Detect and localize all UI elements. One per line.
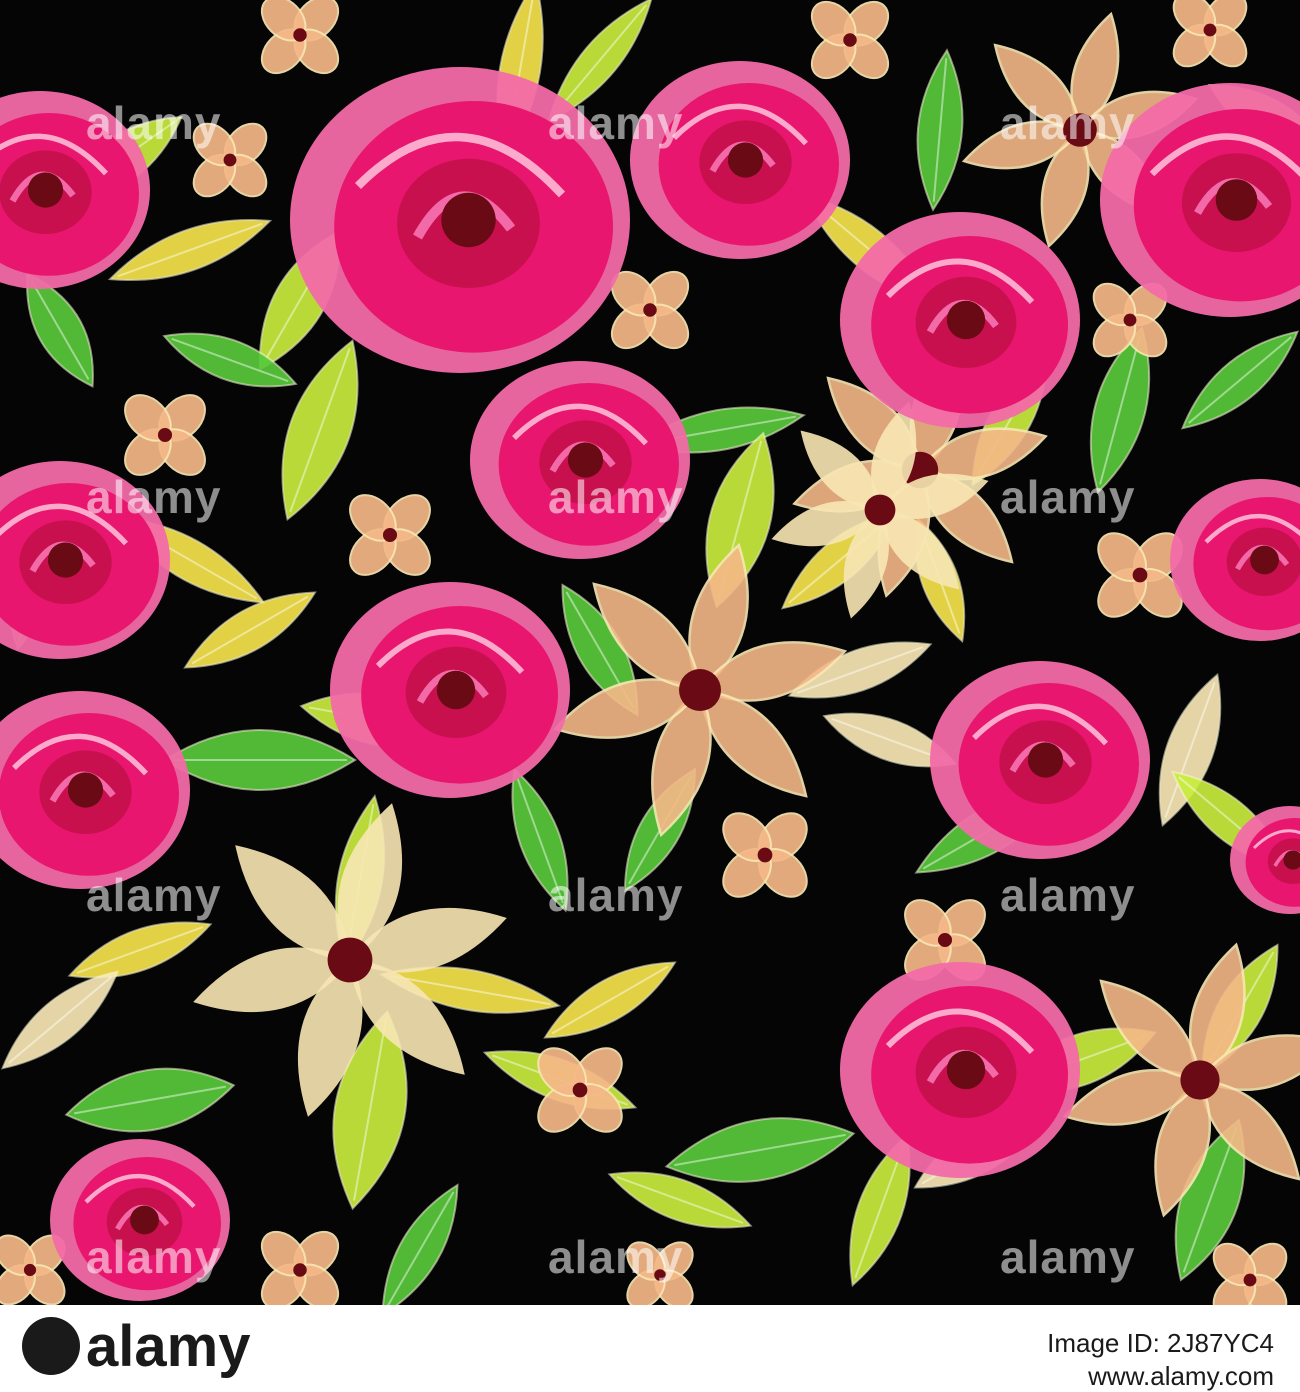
image-id-block: Image ID: 2J87YC4 www.alamy.com [1047,1327,1274,1392]
rose-flower [330,582,570,798]
floral-pattern-canvas [0,0,1300,1305]
rose-flower [50,1139,230,1301]
alamy-logo-icon [22,1317,80,1375]
alamy-logo-text: alamy [86,1313,250,1380]
rose-flower [930,661,1150,859]
rose-flower [840,212,1080,428]
floral-pattern-image: alamy alamy alamy alamy alamy alamy alam… [0,0,1300,1305]
rose-flower [290,67,630,373]
rose-flower [840,962,1080,1178]
stock-footer-bar: alamy Image ID: 2J87YC4 www.alamy.com [0,1305,1300,1390]
rose-flower [630,61,850,259]
page: alamy alamy alamy alamy alamy alamy alam… [0,0,1300,1390]
site-url: www.alamy.com [1047,1360,1274,1392]
image-id-label: Image ID: 2J87YC4 [1047,1327,1274,1360]
rose-flower [470,361,690,559]
